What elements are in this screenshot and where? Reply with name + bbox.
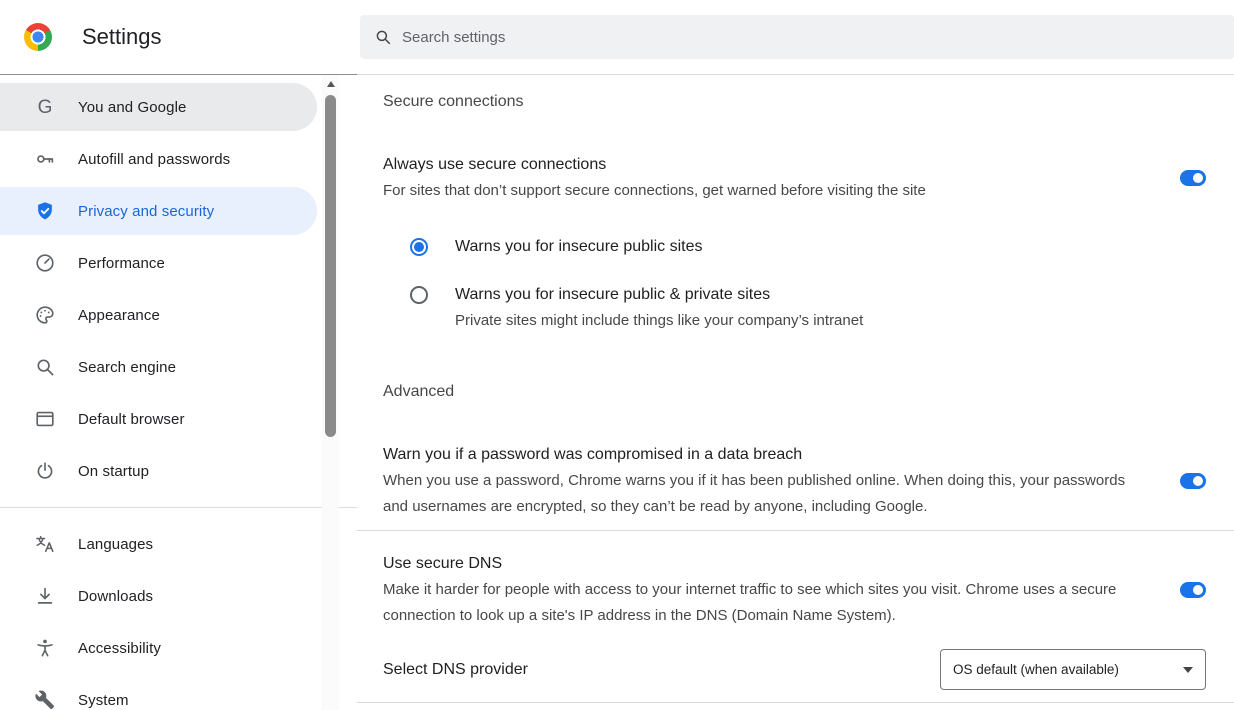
dns-provider-label: Select DNS provider: [383, 661, 528, 679]
download-icon: [34, 585, 56, 607]
radio-texts: Warns you for insecure public sites: [455, 234, 703, 260]
brand: Settings: [0, 23, 360, 51]
chrome-logo-icon: [24, 23, 52, 51]
key-icon: [34, 148, 56, 170]
row-title: Use secure DNS: [383, 551, 1141, 577]
sidebar-item-accessibility[interactable]: Accessibility: [0, 624, 317, 672]
radio-label: Warns you for insecure public & private …: [455, 282, 863, 308]
sidebar-divider: [0, 507, 357, 508]
row-subtitle: Make it harder for people with access to…: [383, 577, 1141, 629]
radio-row-public-sites: Warns you for insecure public sites: [410, 234, 1206, 260]
settings-sidebar: G You and Google Autofill and passwords: [0, 75, 357, 710]
shield-check-icon: [34, 200, 56, 222]
scrollbar-thumb[interactable]: [325, 95, 336, 437]
bottom-divider: [357, 702, 1234, 703]
triangle-up-icon: [327, 81, 335, 87]
radio-texts: Warns you for insecure public & private …: [455, 282, 863, 334]
chevron-down-icon: [1183, 667, 1193, 673]
row-title: Always use secure connections: [383, 152, 1141, 178]
sidebar-item-default-browser[interactable]: Default browser: [0, 395, 317, 443]
page-title: Settings: [82, 24, 162, 50]
sidebar-item-you-and-google[interactable]: G You and Google: [0, 83, 317, 131]
dns-provider-selected-value: OS default (when available): [953, 662, 1119, 677]
settings-header: Settings: [0, 0, 1234, 75]
toggle-knob: [1193, 585, 1203, 595]
select-dns-provider-row: Select DNS provider OS default (when ava…: [383, 649, 1206, 690]
secure-dns-toggle[interactable]: [1180, 582, 1206, 598]
privacy-security-content: Secure connections Always use secure con…: [357, 75, 1234, 710]
search-icon: [374, 28, 392, 46]
magnifier-icon: [34, 356, 56, 378]
sidebar-item-downloads[interactable]: Downloads: [0, 572, 317, 620]
toggle-knob: [1193, 173, 1203, 183]
palette-icon: [34, 304, 56, 326]
radio-sublabel: Private sites might include things like …: [455, 308, 863, 334]
sidebar-item-autofill-and-passwords[interactable]: Autofill and passwords: [0, 135, 317, 183]
row-texts: Warn you if a password was compromised i…: [383, 442, 1141, 520]
row-title: Warn you if a password was compromised i…: [383, 442, 1141, 468]
password-breach-toggle[interactable]: [1180, 473, 1206, 489]
search-settings-bar[interactable]: [360, 15, 1234, 59]
section-title-advanced: Advanced: [383, 382, 1206, 402]
toggle-knob: [1193, 476, 1203, 486]
browser-window-icon: [34, 408, 56, 430]
search-input[interactable]: [402, 29, 1220, 46]
section-title-secure-connections: Secure connections: [383, 92, 1206, 112]
radio-public-sites[interactable]: [410, 238, 428, 256]
row-texts: Use secure DNS Make it harder for people…: [383, 551, 1141, 629]
dns-provider-select[interactable]: OS default (when available): [940, 649, 1206, 690]
always-secure-connections-toggle[interactable]: [1180, 170, 1206, 186]
password-breach-row: Warn you if a password was compromised i…: [383, 442, 1206, 520]
sidebar-item-performance[interactable]: Performance: [0, 239, 317, 287]
chrome-settings-window: Settings G You and Google Autofi: [0, 0, 1234, 710]
use-secure-dns-row: Use secure DNS Make it harder for people…: [383, 551, 1206, 629]
always-use-secure-connections-row: Always use secure connections For sites …: [383, 152, 1206, 204]
sidebar-item-privacy-and-security[interactable]: Privacy and security: [0, 187, 317, 235]
sidebar-item-system[interactable]: System: [0, 676, 317, 710]
radio-label: Warns you for insecure public sites: [455, 234, 703, 260]
scrollbar-up-arrow[interactable]: [322, 75, 339, 92]
sidebar-item-search-engine[interactable]: Search engine: [0, 343, 317, 391]
section-divider: [357, 530, 1234, 531]
row-subtitle: For sites that don’t support secure conn…: [383, 178, 1141, 204]
translate-icon: [34, 533, 56, 555]
sidebar-item-appearance[interactable]: Appearance: [0, 291, 317, 339]
google-g-icon: G: [34, 96, 56, 118]
radio-public-private-sites[interactable]: [410, 286, 428, 304]
vertical-scrollbar[interactable]: [322, 75, 339, 710]
secure-connections-radio-group: Warns you for insecure public sites Warn…: [410, 234, 1206, 334]
wrench-icon: [34, 689, 56, 710]
row-texts: Always use secure connections For sites …: [383, 152, 1141, 204]
settings-body: G You and Google Autofill and passwords: [0, 75, 1234, 710]
radio-row-public-private-sites: Warns you for insecure public & private …: [410, 282, 1206, 334]
accessibility-icon: [34, 637, 56, 659]
sidebar-item-on-startup[interactable]: On startup: [0, 447, 317, 495]
sidebar-item-languages[interactable]: Languages: [0, 520, 317, 568]
row-subtitle: When you use a password, Chrome warns yo…: [383, 468, 1141, 520]
power-icon: [34, 460, 56, 482]
speedometer-icon: [34, 252, 56, 274]
